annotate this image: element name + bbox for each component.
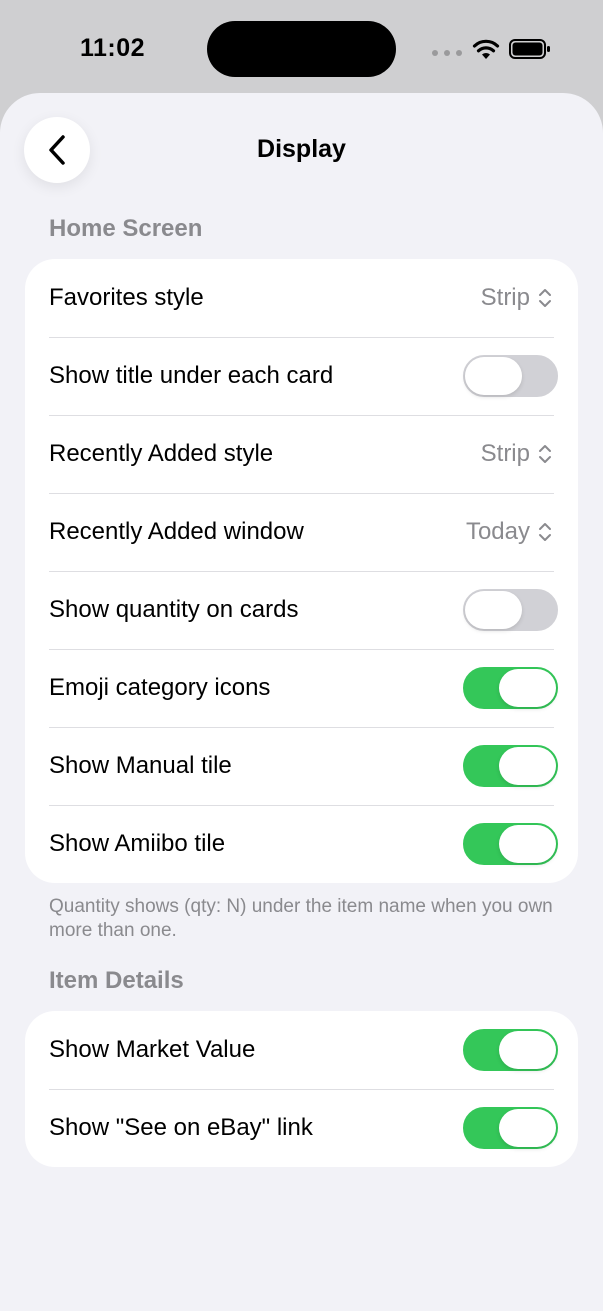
toggle-knob — [499, 669, 556, 707]
row-label: Recently Added window — [49, 518, 304, 545]
settings-row-show-see-on-ebay-link[interactable]: Show "See on eBay" link — [25, 1089, 578, 1167]
item-details-group: Show Market Value Show "See on eBay" link — [25, 1011, 578, 1167]
picker-value[interactable]: Today — [466, 518, 552, 546]
picker-value[interactable]: Strip — [481, 284, 552, 312]
status-time: 11:02 — [80, 34, 146, 62]
wifi-icon — [472, 39, 500, 59]
status-bar: 11:02 — [0, 0, 603, 95]
toggle-switch[interactable] — [463, 745, 558, 787]
toggle-switch[interactable] — [463, 667, 558, 709]
settings-row-favorites-style[interactable]: Favorites style Strip — [25, 259, 578, 337]
settings-row-show-quantity-on-cards[interactable]: Show quantity on cards — [25, 571, 578, 649]
picker-value-label: Today — [465, 518, 530, 545]
home-screen-group: Favorites style Strip Show title under eac… — [25, 259, 578, 883]
row-label: Show title under each card — [49, 362, 334, 389]
chevron-up-down-icon — [539, 289, 551, 307]
picker-value-label: Strip — [480, 440, 530, 467]
toggle-knob — [465, 591, 522, 629]
cellular-signal-icon — [432, 50, 462, 58]
section-header-home-screen: Home Screen — [49, 215, 203, 242]
row-label: Favorites style — [49, 284, 204, 311]
settings-row-show-market-value[interactable]: Show Market Value — [25, 1011, 578, 1089]
row-label: Show Amiibo tile — [49, 830, 226, 857]
dynamic-island — [207, 21, 396, 77]
row-label: Show Manual tile — [49, 752, 232, 779]
battery-icon — [509, 39, 550, 59]
settings-sheet: Display Home Screen Favorites style Strip… — [0, 93, 603, 1311]
page-title: Display — [257, 135, 346, 163]
toggle-knob — [499, 747, 556, 785]
toggle-knob — [465, 357, 522, 395]
toggle-knob — [499, 1109, 556, 1147]
row-label: Recently Added style — [49, 440, 274, 467]
toggle-knob — [499, 825, 556, 863]
row-label: Show "See on eBay" link — [49, 1114, 313, 1141]
picker-value[interactable]: Strip — [481, 440, 552, 468]
row-label: Emoji category icons — [49, 674, 271, 701]
toggle-switch[interactable] — [463, 1107, 558, 1149]
toggle-switch[interactable] — [463, 823, 558, 865]
toggle-switch[interactable] — [463, 589, 558, 631]
row-label: Show quantity on cards — [49, 596, 299, 623]
settings-row-show-amiibo-tile[interactable]: Show Amiibo tile — [25, 805, 578, 883]
settings-row-show-manual-tile[interactable]: Show Manual tile — [25, 727, 578, 805]
chevron-up-down-icon — [539, 523, 551, 541]
toggle-switch[interactable] — [463, 1029, 558, 1071]
toggle-knob — [499, 1031, 556, 1069]
chevron-up-down-icon — [539, 445, 551, 463]
picker-value-label: Strip — [480, 284, 530, 311]
home-screen-footer-note: Quantity shows (qty: N) under the item n… — [49, 896, 553, 941]
settings-row-recently-added-window[interactable]: Recently Added window Today — [25, 493, 578, 571]
section-header-item-details: Item Details — [49, 967, 184, 994]
settings-row-recently-added-style[interactable]: Recently Added style Strip — [25, 415, 578, 493]
settings-row-emoji-category-icons[interactable]: Emoji category icons — [25, 649, 578, 727]
settings-row-show-title-under-each-card[interactable]: Show title under each card — [25, 337, 578, 415]
toggle-switch[interactable] — [463, 355, 558, 397]
row-label: Show Market Value — [49, 1036, 256, 1063]
